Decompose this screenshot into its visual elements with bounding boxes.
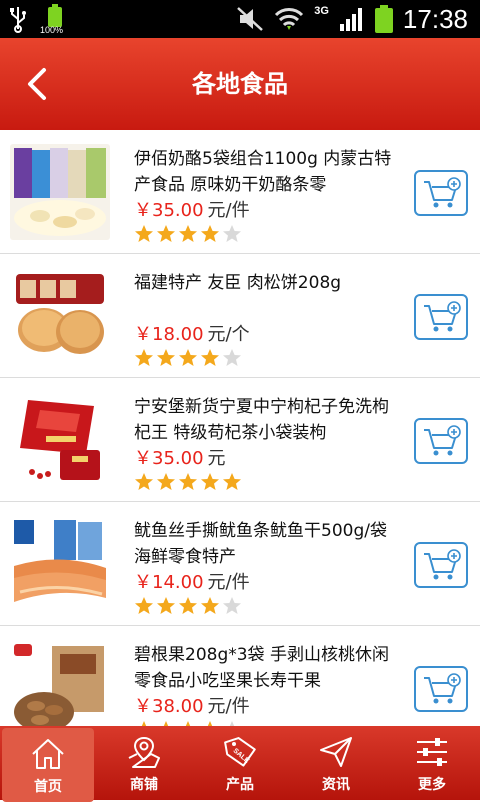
price-value: ￥35.00 — [134, 200, 204, 221]
tab-more[interactable]: 更多 — [384, 726, 480, 800]
status-bar: 100% 3G 17:38 — [0, 0, 480, 38]
product-image — [10, 268, 110, 364]
star-filled-icon — [135, 349, 153, 366]
product-item[interactable]: 碧根果208g*3袋 手剥山核桃休闲零食品小吃坚果长寿干果 ￥38.00 元/件 — [0, 626, 480, 726]
add-to-cart-button[interactable] — [414, 170, 468, 216]
product-title[interactable]: 福建特产 友臣 肉松饼208g — [134, 270, 396, 322]
product-item[interactable]: 福建特产 友臣 肉松饼208g ￥18.00 元/个 — [0, 254, 480, 378]
tab-label: 首页 — [34, 779, 62, 795]
product-item[interactable]: 宁安堡新货宁夏中宁枸杞子免洗枸杞王 特级苟杞茶小袋装枸 ￥35.00 元 — [0, 378, 480, 502]
mute-icon — [237, 7, 264, 31]
price-value: ￥35.00 — [134, 448, 204, 469]
star-filled-icon — [201, 349, 219, 366]
rating-stars — [134, 596, 242, 616]
cart-add-icon — [424, 425, 461, 456]
star-filled-icon — [135, 597, 153, 614]
signal-icon — [339, 8, 362, 31]
price-unit: 元/件 — [207, 572, 250, 593]
rating-stars — [134, 348, 242, 368]
price-unit: 元/件 — [207, 200, 250, 221]
product-image — [10, 392, 110, 488]
tab-news[interactable]: 资讯 — [288, 726, 384, 800]
clock: 17:38 — [402, 3, 468, 34]
star-filled-icon — [179, 597, 197, 614]
product-image — [10, 516, 110, 612]
tab-label: 更多 — [418, 777, 446, 793]
product-title[interactable]: 宁安堡新货宁夏中宁枸杞子免洗枸杞王 特级苟杞茶小袋装枸 — [134, 394, 396, 446]
cart-add-icon — [424, 301, 461, 332]
star-filled-icon — [179, 225, 197, 242]
star-filled-icon — [157, 597, 175, 614]
product-title[interactable]: 碧根果208g*3袋 手剥山核桃休闲零食品小吃坚果长寿干果 — [134, 642, 396, 694]
product-title[interactable]: 伊佰奶酪5袋组合1100g 内蒙古特产食品 原味奶干奶酪条零 — [134, 146, 396, 198]
star-filled-icon — [201, 473, 219, 490]
cart-add-icon — [424, 549, 461, 580]
paper-plane-icon — [320, 737, 352, 767]
add-to-cart-button[interactable] — [414, 542, 468, 588]
star-filled-icon — [135, 473, 153, 490]
product-item[interactable]: 伊佰奶酪5袋组合1100g 内蒙古特产食品 原味奶干奶酪条零 ￥35.00 元/件 — [0, 130, 480, 254]
bottom-tab-bar: 首页 商铺 SALE 产品 资讯 更多 — [0, 726, 480, 802]
star-filled-icon — [135, 225, 153, 242]
rating-stars — [134, 472, 242, 492]
star-empty-icon — [223, 349, 241, 366]
product-list[interactable]: 伊佰奶酪5袋组合1100g 内蒙古特产食品 原味奶干奶酪条零 ￥35.00 元/件 — [0, 130, 480, 726]
star-filled-icon — [201, 225, 219, 242]
wifi-icon — [275, 8, 304, 30]
product-image — [10, 640, 110, 726]
product-image — [10, 144, 110, 240]
cart-add-icon — [424, 673, 461, 704]
sale-tag-icon: SALE — [224, 737, 256, 767]
app-header: 各地食品 — [0, 38, 480, 130]
product-price: ￥18.00 元/个 — [134, 320, 250, 346]
product-price: ￥35.00 元/件 — [134, 196, 250, 222]
sliders-icon — [417, 738, 447, 766]
page-title: 各地食品 — [192, 70, 288, 98]
price-value: ￥14.00 — [134, 572, 204, 593]
battery-icon: 100% — [40, 4, 68, 35]
map-store-icon — [128, 736, 160, 768]
network-type: 3G — [314, 5, 329, 17]
rating-stars — [134, 224, 242, 244]
price-unit: 元/个 — [207, 324, 250, 345]
price-value: ￥18.00 — [134, 324, 204, 345]
price-value: ￥38.00 — [134, 696, 204, 717]
star-filled-icon — [201, 597, 219, 614]
price-unit: 元/件 — [207, 696, 250, 717]
product-item[interactable]: 鱿鱼丝手撕鱿鱼条鱿鱼干500g/袋海鲜零食特产 ￥14.00 元/件 — [0, 502, 480, 626]
star-filled-icon — [157, 349, 175, 366]
battery-percent: 100% — [40, 25, 64, 35]
tab-home[interactable]: 首页 — [2, 728, 94, 802]
add-to-cart-button[interactable] — [414, 418, 468, 464]
tab-label: 产品 — [226, 777, 254, 793]
usb-icon — [10, 7, 26, 33]
product-price: ￥35.00 元 — [134, 444, 226, 470]
home-icon — [32, 739, 64, 769]
star-filled-icon — [157, 225, 175, 242]
product-title[interactable]: 鱿鱼丝手撕鱿鱼条鱿鱼干500g/袋海鲜零食特产 — [134, 518, 396, 570]
tab-label: 资讯 — [322, 777, 350, 793]
svg-text:SALE: SALE — [232, 747, 251, 765]
star-filled-icon — [179, 349, 197, 366]
tab-stores[interactable]: 商铺 — [96, 726, 192, 800]
cart-add-icon — [424, 177, 461, 208]
star-filled-icon — [179, 473, 197, 490]
star-filled-icon — [223, 473, 241, 490]
product-price: ￥38.00 元/件 — [134, 692, 250, 718]
star-empty-icon — [223, 225, 241, 242]
add-to-cart-button[interactable] — [414, 666, 468, 712]
add-to-cart-button[interactable] — [414, 294, 468, 340]
tab-products[interactable]: SALE 产品 — [192, 726, 288, 800]
star-empty-icon — [223, 597, 241, 614]
battery-full-icon — [374, 5, 393, 33]
star-filled-icon — [157, 473, 175, 490]
price-unit: 元 — [207, 448, 226, 469]
product-price: ￥14.00 元/件 — [134, 568, 250, 594]
tab-label: 商铺 — [130, 777, 158, 793]
